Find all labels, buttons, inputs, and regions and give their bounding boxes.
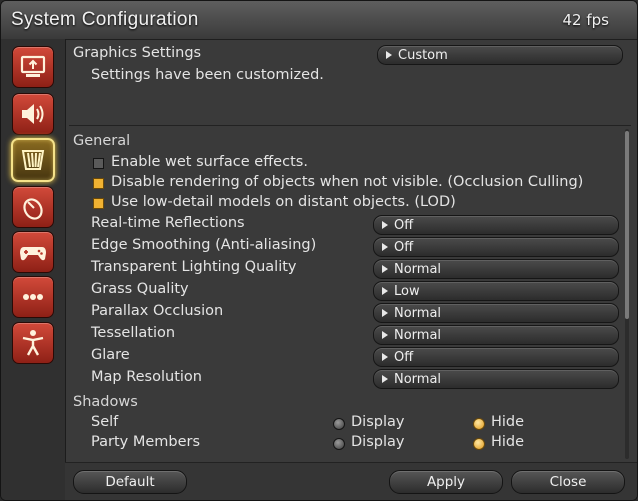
default-button[interactable]: Default (73, 470, 187, 494)
check-lod-label: Use low-detail models on distant objects… (111, 194, 456, 210)
dropdown-arrow-icon (382, 265, 388, 273)
setting-label: Map Resolution (91, 369, 202, 385)
dropdown-transparent-lighting[interactable]: Normal (373, 259, 619, 279)
general-heading: General (73, 133, 131, 149)
mouse-icon (23, 198, 43, 220)
more-icon (23, 294, 43, 300)
setting-label: Real-time Reflections (91, 215, 245, 231)
dropdown-value: Normal (394, 305, 442, 321)
window-title: System Configuration (11, 9, 199, 30)
graphics-preset-value: Custom (398, 47, 448, 63)
sidebar-item-gamepad[interactable] (12, 231, 54, 273)
sidebar-item-graphics[interactable] (11, 138, 55, 182)
setting-label: Grass Quality (91, 281, 189, 297)
check-occlusion-culling[interactable] (93, 178, 104, 189)
dropdown-arrow-icon (382, 287, 388, 295)
display-icon (20, 55, 46, 77)
dropdown-arrow-icon (382, 353, 388, 361)
check-lod[interactable] (93, 198, 104, 209)
radio-party-hide[interactable] (473, 438, 485, 450)
shadow-row-label: Self (91, 414, 119, 430)
setting-label: Glare (91, 347, 130, 363)
system-configuration-window: System Configuration 42 fps Graphics Set… (0, 0, 638, 501)
graphics-settings-panel: Graphics Settings Custom Settings have b… (69, 39, 631, 126)
dropdown-value: Low (394, 283, 420, 299)
radio-display-label: Display (351, 434, 405, 450)
sidebar-item-more[interactable] (12, 276, 54, 318)
dropdown-arrow-icon (382, 243, 388, 251)
sidebar-item-accessibility[interactable] (12, 322, 54, 364)
dropdown-value: Off (394, 349, 414, 365)
sidebar-item-sound[interactable] (12, 93, 54, 135)
scrollbar[interactable] (625, 129, 629, 459)
dropdown-value: Off (394, 217, 414, 233)
dropdown-grass-quality[interactable]: Low (373, 281, 619, 301)
graphics-settings-label: Graphics Settings (73, 45, 202, 61)
shadows-heading: Shadows (73, 394, 138, 410)
dropdown-value: Normal (394, 261, 442, 277)
dropdown-value: Off (394, 239, 414, 255)
radio-hide-label: Hide (491, 434, 525, 450)
dropdown-arrow-icon (382, 331, 388, 339)
setting-label: Tessellation (91, 325, 176, 341)
apply-button[interactable]: Apply (389, 470, 503, 494)
radio-self-hide[interactable] (473, 418, 485, 430)
setting-label: Transparent Lighting Quality (91, 259, 297, 275)
shadow-row-label: Party Members (91, 434, 201, 450)
accessibility-icon (22, 330, 44, 356)
dropdown-arrow-icon (382, 221, 388, 229)
gamepad-icon (20, 247, 46, 261)
customized-note: Settings have been customized. (91, 67, 324, 83)
settings-scroll-area[interactable]: General Enable wet surface effects. Disa… (69, 129, 631, 459)
dropdown-arrow-icon (382, 309, 388, 317)
radio-display-label: Display (351, 414, 405, 430)
dropdown-tessellation[interactable]: Normal (373, 325, 619, 345)
close-button[interactable]: Close (511, 470, 625, 494)
check-wet-surface[interactable] (93, 158, 104, 169)
setting-label: Edge Smoothing (Anti-aliasing) (91, 237, 317, 253)
dropdown-value: Normal (394, 371, 442, 387)
check-wet-surface-label: Enable wet surface effects. (111, 154, 308, 170)
check-occlusion-culling-label: Disable rendering of objects when not vi… (111, 174, 584, 190)
scrollbar-thumb[interactable] (625, 131, 629, 319)
dropdown-parallax-occlusion[interactable]: Normal (373, 303, 619, 323)
setting-label: Parallax Occlusion (91, 303, 224, 319)
dropdown-glare[interactable]: Off (373, 347, 619, 367)
fps-counter: 42 fps (562, 11, 609, 29)
radio-party-display[interactable] (333, 438, 345, 450)
sidebar-item-display[interactable] (12, 46, 54, 88)
dropdown-real-time-reflections[interactable]: Off (373, 215, 619, 235)
radio-hide-label: Hide (491, 414, 525, 430)
dropdown-map-resolution[interactable]: Normal (373, 369, 619, 389)
radio-self-display[interactable] (333, 418, 345, 430)
sound-icon (22, 104, 44, 124)
dropdown-arrow-icon (382, 375, 388, 383)
dropdown-arrow-icon (386, 51, 392, 59)
dropdown-anti-aliasing[interactable]: Off (373, 237, 619, 257)
graphics-preset-dropdown[interactable]: Custom (377, 45, 623, 65)
graphics-icon (21, 150, 45, 170)
title-bar[interactable]: System Configuration 42 fps (1, 1, 637, 40)
dropdown-value: Normal (394, 327, 442, 343)
sidebar-item-mouse[interactable] (12, 186, 54, 228)
footer-bar: Default Apply Close (65, 462, 637, 500)
category-sidebar (1, 39, 66, 500)
settings-content: Graphics Settings Custom Settings have b… (65, 39, 637, 461)
